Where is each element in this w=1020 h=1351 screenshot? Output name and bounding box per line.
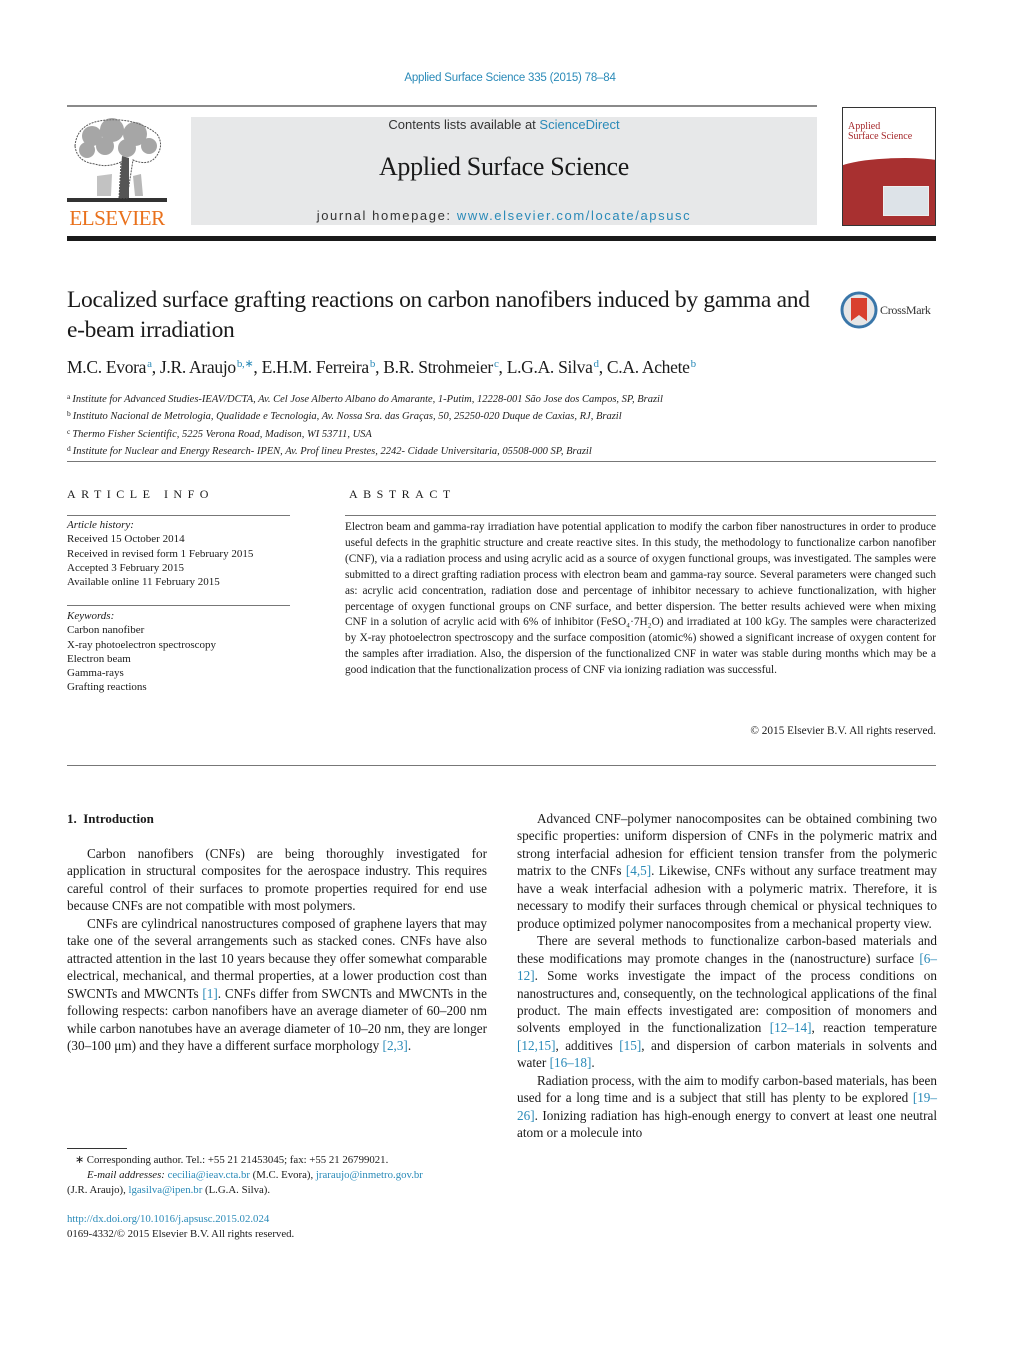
footnote-corresponding: ∗ Corresponding author. Tel.: +55 21 214… [67,1153,497,1198]
reference-link[interactable]: [15] [619,1038,641,1053]
abstract-text: Electron beam and gamma-ray irradiation … [345,521,937,677]
article-info-heading: ARTICLE INFO [67,487,214,501]
inhibitor-formula: FeSO₄·7H₂O [600,616,660,629]
reference-link[interactable]: [16–18] [550,1055,592,1070]
section-heading-introduction: 1. Introduction [67,811,154,826]
keyword: X-ray photoelectron spectroscopy [67,638,217,651]
author[interactable]: L.G.A. Silvad [507,357,599,377]
doi-link[interactable]: http://dx.doi.org/10.1016/j.apsusc.2015.… [67,1213,269,1225]
author[interactable]: J.R. Araujob,∗ [160,357,254,377]
history-item: Received 15 October 2014 [67,533,185,546]
crossmark-label: CrossMark [880,303,931,317]
keyword: Electron beam [67,652,131,665]
header-top-rule [67,105,817,107]
abstract-heading: ABSTRACT [349,487,456,501]
keywords: Keywords: Carbon nanofiber X-ray photoel… [67,609,297,695]
email-link[interactable]: cecilia@ieav.cta.br [168,1169,250,1181]
reference-link[interactable]: [12,15] [517,1038,555,1053]
journal-homepage-link[interactable]: www.elsevier.com/locate/apsusc [457,208,691,223]
journal-masthead: Contents lists available at ScienceDirec… [191,117,817,225]
affiliation-list: a Institute for Advanced Studies-IEAV/DCT… [67,390,947,460]
keyword: Carbon nanofiber [67,624,145,637]
email-link[interactable]: jraraujo@inmetro.gov.br [316,1169,423,1181]
journal-title: Applied Surface Science [378,152,630,181]
article-history-label: Article history: [67,519,134,531]
footnote-rule [67,1148,127,1149]
issn-copyright: 0169-4332/© 2015 Elsevier B.V. All right… [67,1228,295,1240]
article-info-rule [67,515,290,516]
keyword: Grafting reactions [67,681,147,694]
keywords-label: Keywords: [67,610,115,622]
crossmark-icon [840,291,878,329]
history-item: Available online 11 February 2015 [67,576,220,589]
author[interactable]: B.R. Strohmeierc [383,357,499,377]
journal-citation-link[interactable]: Applied Surface Science 335 (2015) 78–84 [0,72,1020,84]
crossmark-button[interactable]: CrossMark [840,291,940,329]
doi-block: http://dx.doi.org/10.1016/j.apsusc.2015.… [67,1212,497,1242]
reference-link[interactable]: [4,5] [626,863,651,878]
history-item: Accepted 3 February 2015 [67,561,184,574]
header-thick-rule [67,236,936,241]
elsevier-wordmark: ELSEVIER [69,206,165,230]
affiliation: b Instituto Nacional de Metrologia, Quali… [67,409,622,423]
body-divider [67,765,936,766]
paragraph: Radiation process, with the aim to modif… [517,1072,937,1141]
abstract-rule [345,515,936,516]
article-history: Article history: Received 15 October 201… [67,518,297,589]
reference-link[interactable]: [1] [202,986,217,1001]
journal-cover-thumbnail[interactable]: Applied Surface Science [842,107,936,226]
body-column-left: Carbon nanofibers (CNFs) are being thoro… [67,845,487,1054]
author-list: M.C. Evoraa, J.R. Araujob,∗, E.H.M. Ferr… [67,357,696,377]
section-divider [67,461,936,462]
body-column-right: Advanced CNF–polymer nanocomposites can … [517,810,937,1142]
corresponding-author-note: ∗ Corresponding author. Tel.: +55 21 214… [75,1154,389,1166]
affiliation: c Thermo Fisher Scientific, 5225 Verona R… [67,426,372,440]
abstract-copyright: © 2015 Elsevier B.V. All rights reserved… [750,725,936,737]
keyword: Gamma-rays [67,667,124,680]
author[interactable]: C.A. Acheteb [607,357,696,377]
elsevier-logo[interactable]: ELSEVIER [67,116,167,230]
journal-homepage-line: journal homepage: www.elsevier.com/locat… [316,208,692,223]
elsevier-tree-icon [67,118,167,202]
sciencedirect-link[interactable]: ScienceDirect [539,117,619,132]
email-line: E-mail addresses: cecilia@ieav.cta.br (M… [87,1169,423,1181]
author[interactable]: E.H.M. Ferreirab [262,357,376,377]
history-item: Received in revised form 1 February 2015 [67,547,254,560]
affiliation: a Institute for Advanced Studies-IEAV/DCT… [67,392,663,405]
cover-image [883,186,929,216]
paragraph: CNFs are cylindrical nanostructures comp… [67,915,487,1053]
paragraph: There are several methods to functionali… [517,933,938,1071]
email-link[interactable]: lgasilva@ipen.br [128,1184,202,1196]
paragraph: Carbon nanofibers (CNFs) are being thoro… [67,846,487,914]
cover-title: Applied Surface Science [848,121,913,142]
reference-link[interactable]: [2,3] [383,1038,408,1053]
paragraph: Advanced CNF–polymer nanocomposites can … [517,811,937,931]
affiliation: d Institute for Nuclear and Energy Resear… [67,444,592,458]
contents-line: Contents lists available at ScienceDirec… [388,117,620,132]
author[interactable]: M.C. Evoraa [67,357,152,377]
article-title: Localized surface grafting reactions on … [67,287,810,343]
reference-link[interactable]: [12–14] [770,1020,812,1035]
keywords-rule [67,605,290,606]
